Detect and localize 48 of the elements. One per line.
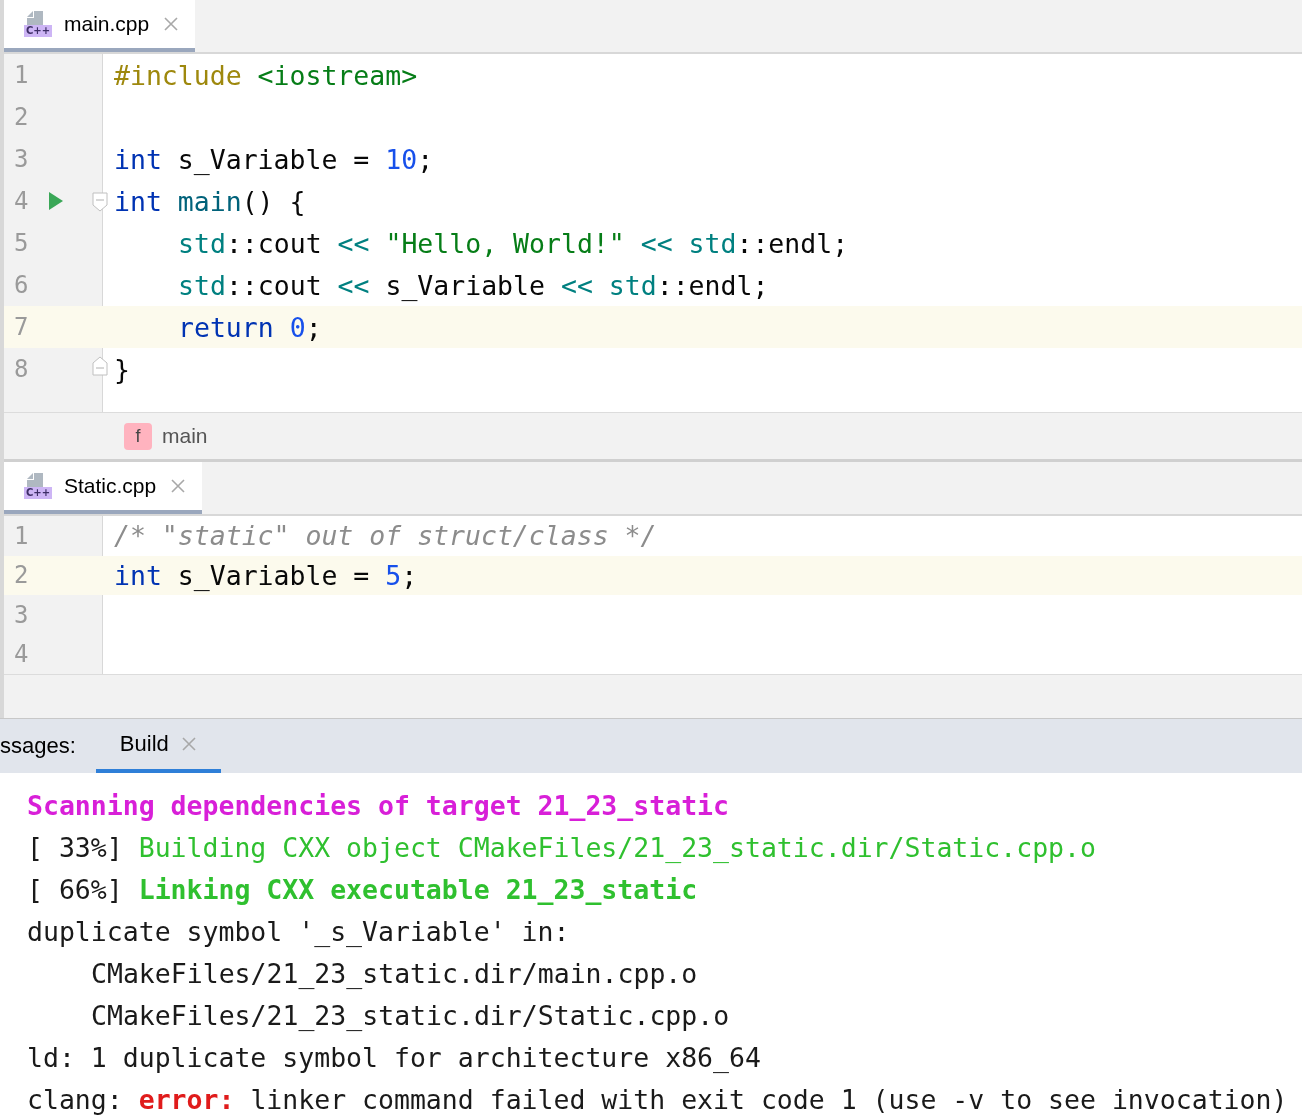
fold-icon[interactable] [92, 356, 108, 376]
close-icon[interactable] [163, 16, 180, 32]
line-number: 2 [14, 103, 29, 131]
file-tab[interactable]: C++ Static.cpp [4, 462, 203, 514]
line-number: 1 [14, 521, 29, 550]
code-line: int s_Variable = 10; [113, 143, 434, 175]
run-icon[interactable] [48, 192, 64, 210]
line-number: 4 [14, 640, 29, 669]
fold-icon[interactable] [92, 192, 108, 212]
document-icon [27, 473, 43, 487]
breadcrumb-item[interactable]: main [162, 424, 208, 448]
output-line: clang: error: linker command failed with exit code 1 (use -v to see invocation) [27, 1083, 1289, 1117]
panel-tab[interactable]: Build [95, 719, 221, 773]
function-badge: f [124, 422, 152, 450]
output-line: CMakeFiles/21_23_static.dir/Static.cpp.o [90, 999, 731, 1033]
close-icon[interactable] [180, 736, 197, 752]
code-line: /* "static" out of struct/class */ [113, 520, 657, 552]
line-number: 8 [14, 355, 29, 383]
code-line: int s_Variable = 5; [113, 559, 418, 591]
line-number: 6 [14, 271, 29, 299]
line-number: 4 [14, 187, 29, 215]
file-type-badge: C++ [24, 487, 53, 499]
line-number: 5 [14, 229, 29, 257]
line-number: 7 [14, 313, 29, 341]
output-line: Scanning dependencies of target 21_23_static [27, 789, 730, 823]
tab-label: Build [119, 731, 169, 757]
line-number: 3 [14, 600, 29, 629]
code-line: std::cout << "Hello, World!" << std::endl; [177, 227, 849, 259]
code-line: int main() { [113, 185, 306, 217]
document-icon [27, 11, 43, 25]
close-icon[interactable] [170, 478, 187, 494]
tab-label: Static.cpp [64, 474, 157, 498]
output-line: [ 66%] Linking CXX executable 21_23_static [27, 873, 699, 907]
line-number: 3 [14, 145, 29, 173]
output-line: CMakeFiles/21_23_static.dir/main.cpp.o [90, 957, 699, 991]
panel-label: ssages: [0, 733, 76, 759]
code-line: return 0; [177, 311, 322, 343]
code-line: #include <iostream> [113, 59, 418, 91]
code-line: std::cout << s_Variable << std::endl; [177, 269, 769, 301]
file-type-badge: C++ [24, 25, 53, 37]
output-line: duplicate symbol '_s_Variable' in: [27, 915, 571, 949]
code-line: } [113, 353, 130, 385]
tab-label: main.cpp [64, 12, 150, 36]
line-number: 1 [14, 61, 29, 89]
output-line: [ 33%] Building CXX object CMakeFiles/21_23_static.dir/Static.cpp.o [27, 831, 1097, 865]
line-number: 2 [14, 561, 29, 590]
file-tab[interactable]: C++ main.cpp [4, 0, 196, 52]
output-line: ld: 1 duplicate symbol for architecture x86_64 [27, 1041, 762, 1075]
